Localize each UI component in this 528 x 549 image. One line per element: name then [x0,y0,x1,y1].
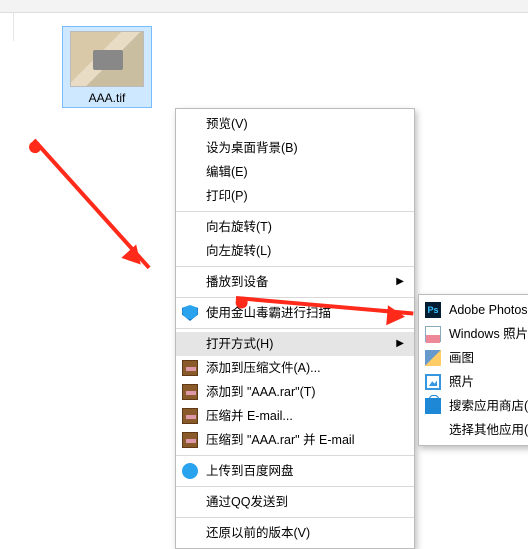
menu-separator [176,486,414,487]
menu-upload-baidu[interactable]: 上传到百度网盘 [176,459,414,483]
file-thumbnail [70,31,144,87]
window-frame-top [0,0,528,13]
file-item-aaa-tif[interactable]: AAA.tif [62,26,152,108]
menu-separator [176,328,414,329]
menu-set-wallpaper[interactable]: 设为桌面背景(B) [176,136,414,160]
paint-icon [425,350,441,366]
photo-viewer-icon [425,326,441,342]
menu-restore-previous[interactable]: 还原以前的版本(V) [176,521,414,545]
menu-rotate-right[interactable]: 向右旋转(T) [176,215,414,239]
submenu-photos[interactable]: 照片 [419,370,528,394]
winrar-icon [182,432,198,448]
menu-open-with[interactable]: 打开方式(H)▶ [176,332,414,356]
menu-rotate-left[interactable]: 向左旋转(L) [176,239,414,263]
shield-icon [182,305,198,321]
menu-separator [176,517,414,518]
submenu-search-store[interactable]: 搜索应用商店(S) [419,394,528,418]
annotation-arrow [33,139,151,269]
window-frame-left [0,13,14,41]
baidu-icon [182,463,198,479]
chevron-right-icon: ▶ [396,270,404,294]
submenu-choose-other[interactable]: 选择其他应用(C) [419,418,528,442]
photos-icon [425,374,441,390]
winrar-icon [182,408,198,424]
submenu-photoshop[interactable]: PsAdobe Photoshop CC [419,298,528,322]
menu-add-to-rar[interactable]: 添加到 "AAA.rar"(T) [176,380,414,404]
menu-print[interactable]: 打印(P) [176,184,414,208]
menu-compress-email[interactable]: 压缩并 E-mail... [176,404,414,428]
open-with-submenu: PsAdobe Photoshop CC Windows 照片查看器 画图 照片… [418,294,528,446]
menu-qq-send[interactable]: 通过QQ发送到 [176,490,414,514]
winrar-icon [182,384,198,400]
menu-separator [176,297,414,298]
menu-separator [176,266,414,267]
submenu-paint[interactable]: 画图 [419,346,528,370]
photoshop-icon: Ps [425,302,441,318]
menu-add-to-archive[interactable]: 添加到压缩文件(A)... [176,356,414,380]
menu-cast-to-device[interactable]: 播放到设备▶ [176,270,414,294]
menu-edit[interactable]: 编辑(E) [176,160,414,184]
chevron-right-icon: ▶ [396,332,404,356]
submenu-windows-photo-viewer[interactable]: Windows 照片查看器 [419,322,528,346]
menu-compress-rar-email[interactable]: 压缩到 "AAA.rar" 并 E-mail [176,428,414,452]
menu-separator [176,211,414,212]
menu-separator [176,455,414,456]
winrar-icon [182,360,198,376]
store-icon [425,398,441,414]
file-name-label: AAA.tif [69,91,145,105]
explorer-area: AAA.tif 预览(V) 设为桌面背景(B) 编辑(E) 打印(P) 向右旋转… [0,0,528,500]
context-menu: 预览(V) 设为桌面背景(B) 编辑(E) 打印(P) 向右旋转(T) 向左旋转… [175,108,415,549]
menu-preview[interactable]: 预览(V) [176,112,414,136]
